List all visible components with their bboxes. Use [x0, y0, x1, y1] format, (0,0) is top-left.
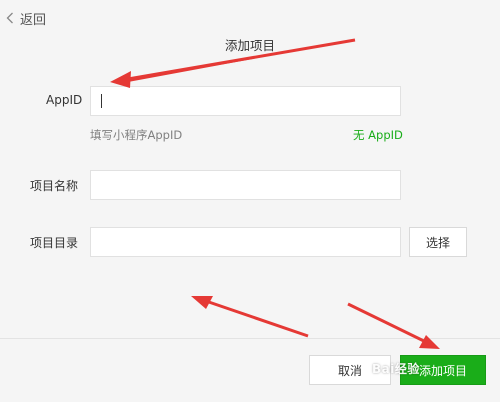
project-dir-label: 项目目录	[30, 236, 79, 250]
back-label: 返回	[20, 12, 47, 28]
choose-directory-button[interactable]: 选择	[409, 227, 467, 257]
back-button[interactable]: 返回	[6, 8, 46, 28]
annotation-arrows	[110, 38, 440, 349]
page-title: 添加项目	[224, 38, 275, 53]
no-appid-link[interactable]: 无 AppID	[353, 127, 403, 143]
footer-divider	[0, 338, 500, 339]
project-name-label: 项目名称	[30, 179, 79, 193]
project-dir-input[interactable]	[90, 227, 401, 257]
add-project-button[interactable]: 添加项目	[400, 355, 486, 385]
annotation-arrow-confirm	[347, 302, 440, 349]
annotation-arrow-left	[191, 296, 309, 338]
text-caret	[101, 94, 102, 108]
appid-hint: 填写小程序AppID	[90, 128, 183, 142]
chevron-left-icon	[6, 12, 14, 24]
cancel-button[interactable]: 取消	[309, 355, 391, 385]
appid-input[interactable]	[90, 86, 401, 116]
project-name-input[interactable]	[90, 170, 401, 200]
appid-label: AppID	[46, 93, 83, 107]
